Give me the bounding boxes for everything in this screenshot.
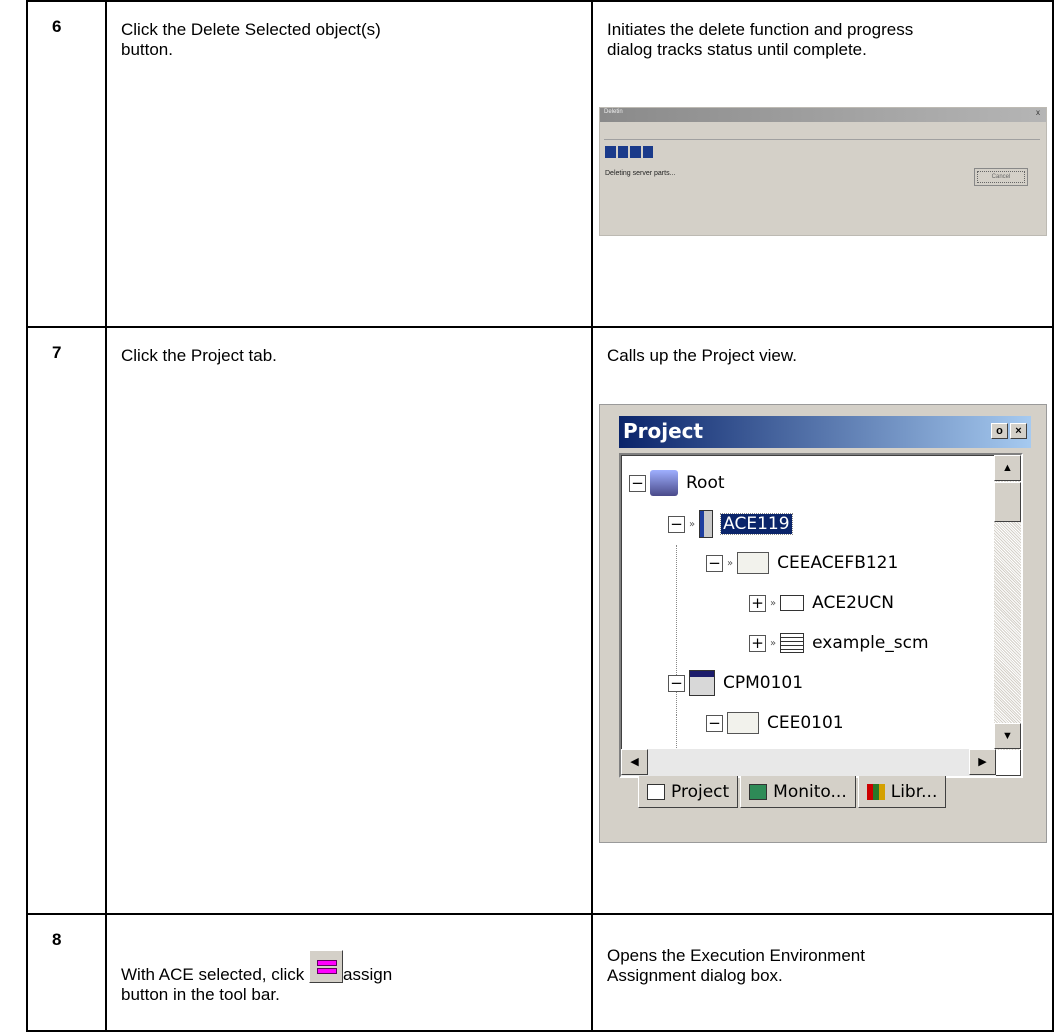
tab-library[interactable]: Libr...	[857, 776, 947, 808]
tree-item-label: example_scm	[812, 633, 929, 653]
scroll-up-icon[interactable]: ▲	[994, 455, 1021, 481]
horizontal-scrollbar[interactable]: ◀ ▶	[621, 749, 996, 776]
dialog-status-text: Deleting server parts...	[605, 170, 676, 177]
action-cell: Click the Delete Selected object(s) butt…	[121, 20, 381, 60]
column-divider-2	[591, 0, 593, 1032]
tree-item-cee0101[interactable]: − CEE0101	[706, 707, 844, 739]
sequence-module-icon	[780, 633, 805, 653]
tab-monitoring[interactable]: Monito...	[740, 776, 856, 808]
project-pane: Project o × − Root − » ACE119 − » CEEACE…	[599, 404, 1047, 843]
tree-item-example-scm[interactable]: + » example_scm	[749, 627, 929, 659]
action-cell: With ACE selected, click assign button i…	[121, 950, 392, 1005]
library-tab-icon	[866, 783, 885, 800]
dialog-close-icon[interactable]: x	[1036, 108, 1040, 117]
chevron-down-icon: »	[727, 557, 734, 569]
vertical-scrollbar[interactable]: ▲ ▼	[994, 455, 1021, 750]
expand-icon[interactable]: +	[749, 634, 766, 652]
step-number: 7	[52, 343, 62, 362]
tree-item-label: CEEACEFB121	[777, 553, 899, 573]
result-cell: Opens the Execution Environment Assignme…	[607, 946, 865, 986]
tree-item-label: CEE0101	[767, 713, 844, 733]
result-line: Assignment dialog box.	[607, 966, 783, 985]
tab-label: Libr...	[890, 781, 938, 802]
progress-segment	[630, 146, 641, 158]
project-tab-icon	[647, 783, 665, 800]
result-line: dialog tracks status until complete.	[607, 40, 867, 59]
folder-icon	[727, 712, 759, 734]
row-divider-2	[26, 913, 1054, 915]
tab-label: Monito...	[773, 781, 847, 802]
scroll-left-icon[interactable]: ◀	[621, 749, 648, 775]
control-module-icon	[780, 595, 805, 611]
dialog-title: Deletin	[604, 109, 623, 115]
assign-bar	[317, 960, 338, 966]
step-number: 8	[52, 930, 62, 949]
close-icon[interactable]: ×	[1010, 423, 1027, 439]
progress-segment	[605, 146, 616, 158]
collapse-icon[interactable]: −	[668, 515, 685, 533]
cancel-button[interactable]: Cancel	[974, 168, 1028, 186]
column-divider-1	[105, 0, 107, 1032]
scroll-down-icon[interactable]: ▼	[994, 723, 1021, 749]
tree-item-cpm0101[interactable]: − CPM0101	[668, 667, 803, 699]
project-tree[interactable]: − Root − » ACE119 − » CEEACEFB121 + » AC…	[619, 453, 1023, 778]
pane-title-bar: Project o ×	[619, 416, 1031, 448]
action-line: Click the Project tab.	[121, 346, 277, 365]
tree-item-root[interactable]: − Root	[629, 467, 725, 499]
chevron-down-icon: »	[770, 637, 777, 649]
tab-project[interactable]: Project	[638, 776, 739, 808]
pane-tab-strip: Project Monito... Libr...	[638, 776, 948, 808]
dialog-divider	[604, 139, 1040, 140]
collapse-icon[interactable]: −	[706, 714, 723, 732]
result-cell: Initiates the delete function and progre…	[607, 20, 913, 60]
tree-item-label: CPM0101	[723, 673, 804, 693]
action-text: assign	[343, 965, 393, 984]
tree-item-label: ACE119	[720, 513, 793, 535]
ace-node-icon	[699, 510, 714, 538]
step-number: 6	[52, 17, 62, 36]
scroll-right-icon[interactable]: ▶	[969, 749, 996, 775]
cpm-icon	[689, 670, 715, 696]
result-line: Calls up the Project view.	[607, 346, 797, 365]
action-line: Click the Delete Selected object(s)	[121, 20, 381, 39]
delete-progress-dialog: Deletin x Deleting server parts... Cance…	[599, 107, 1047, 236]
assign-button-icon	[309, 950, 344, 983]
collapse-icon[interactable]: −	[706, 554, 723, 572]
tree-item-ace119[interactable]: − » ACE119	[668, 508, 793, 540]
chevron-down-icon: »	[689, 518, 696, 530]
result-cell: Calls up the Project view.	[607, 346, 797, 366]
tree-item-label: ACE2UCN	[812, 593, 894, 613]
tree-guide-line	[676, 715, 677, 750]
action-line: button in the tool bar.	[121, 985, 280, 1004]
pin-icon[interactable]: o	[991, 423, 1008, 439]
monitor-tab-icon	[749, 783, 768, 800]
collapse-icon[interactable]: −	[668, 674, 685, 692]
expand-icon[interactable]: +	[749, 594, 766, 612]
tree-item-ace2ucn[interactable]: + » ACE2UCN	[749, 587, 894, 619]
row-divider-1	[26, 326, 1054, 328]
progress-segment	[617, 146, 628, 158]
tab-label: Project	[671, 781, 730, 802]
result-line: Opens the Execution Environment	[607, 946, 865, 965]
action-line: With ACE selected, click assign	[121, 950, 392, 985]
delete-progress-bar	[605, 146, 653, 158]
dialog-title-bar: Deletin x	[600, 108, 1046, 122]
folder-icon	[737, 552, 770, 574]
chevron-down-icon: »	[770, 597, 777, 609]
action-text: With ACE selected, click	[121, 965, 310, 984]
table-border-left	[26, 0, 28, 1032]
tree-item-label: Root	[686, 473, 725, 493]
table-border-top	[26, 0, 1054, 2]
result-line: Initiates the delete function and progre…	[607, 20, 914, 39]
progress-segment	[642, 146, 653, 158]
collapse-icon[interactable]: −	[629, 474, 646, 492]
assign-bar	[317, 968, 338, 974]
action-line: button.	[121, 40, 173, 59]
action-cell: Click the Project tab.	[121, 346, 277, 366]
computer-icon	[650, 470, 678, 496]
scroll-thumb[interactable]	[994, 482, 1021, 522]
pane-title: Project	[623, 419, 704, 443]
tree-item-ceeacefb121[interactable]: − » CEEACEFB121	[706, 547, 898, 579]
